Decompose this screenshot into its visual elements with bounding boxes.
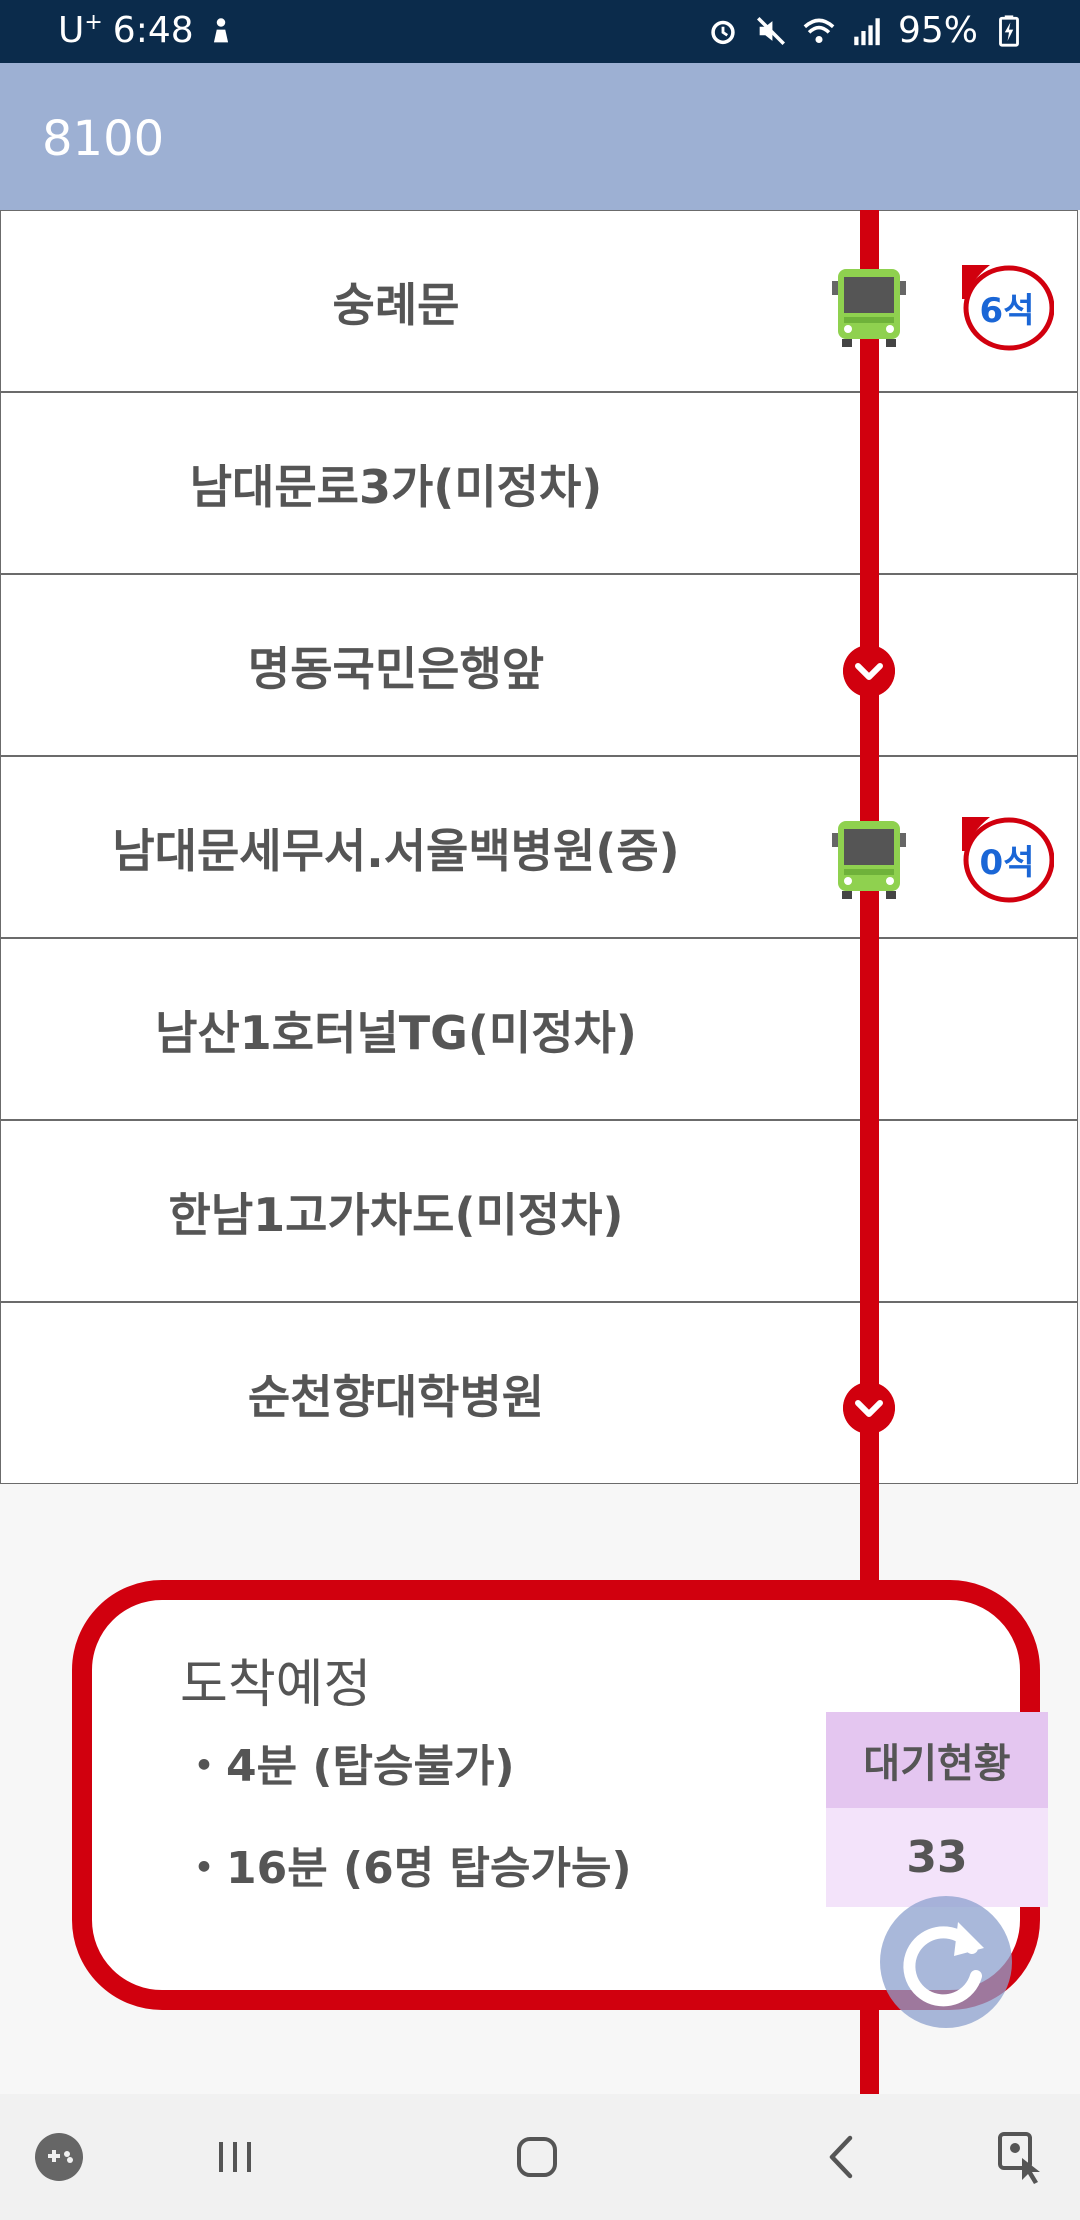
stop-name: 한남1고가차도(미정차) [168,1188,624,1242]
stop-row[interactable]: 한남1고가차도(미정차) [0,1120,1078,1302]
seat-count-badge: 0석 [960,815,1055,903]
stop-row[interactable]: 남산1호터널TG(미정차) [0,938,1078,1120]
stop-name: 남대문로3가(미정차) [189,460,603,514]
system-nav-bar [0,2094,1080,2220]
stop-name: 남산1호터널TG(미정차) [155,1006,637,1060]
chevron-down-icon [843,1382,895,1434]
refresh-icon [903,1922,984,2007]
home-icon[interactable] [502,2122,572,2192]
waiting-status-label: 대기현황 [826,1712,1048,1808]
waiting-status-value: 33 [826,1808,1048,1907]
back-icon[interactable] [806,2122,876,2192]
clock: 6:48 [112,10,194,51]
carrier-label: U+ [58,10,103,51]
stop-row[interactable]: 순천향대학병원 [0,1302,1078,1484]
stop-row[interactable]: 남대문로3가(미정차) [0,392,1078,574]
chevron-down-icon [843,645,895,697]
bus-icon[interactable] [828,265,910,349]
status-bar: U+ 6:48 95% [0,0,1080,63]
person-icon [213,17,228,42]
bus-icon[interactable] [828,817,910,901]
stop-name: 순천향대학병원 [247,1370,545,1424]
route-number-title: 8100 [42,111,165,167]
stop-row[interactable]: 명동국민은행앞 [0,574,1078,756]
seat-count: 6석 [979,290,1035,331]
recent-apps-icon[interactable] [200,2122,270,2192]
status-left: U+ 6:48 [58,10,238,51]
signal-icon [854,17,880,45]
wifi-icon [803,18,835,43]
game-launcher-icon[interactable] [24,2122,94,2192]
battery-percent: 95% [897,10,978,51]
app-bar: 8100 [0,63,1080,210]
touch-assist-icon[interactable] [986,2122,1056,2192]
stop-name: 남대문세무서.서울백병원(중) [112,824,680,878]
stop-name: 명동국민은행앞 [247,642,545,696]
status-right: 95% [706,10,1026,51]
mute-icon [756,16,785,45]
seat-count: 0석 [979,842,1035,883]
stop-row[interactable]: 숭례문 [0,210,1078,392]
refresh-button[interactable] [880,1896,1012,2028]
arrival-heading: 도착예정 [180,1655,372,1715]
arrival-line: ・4분 (탑승불가) [182,1741,515,1792]
seat-count-badge: 6석 [960,263,1055,351]
battery-icon [999,14,1019,47]
stop-name: 숭례문 [332,278,460,332]
arrival-line: ・16분 (6명 탑승가능) [182,1843,632,1894]
route-line-continuation [860,2010,879,2094]
stop-row[interactable]: 남대문세무서.서울백병원(중) [0,756,1078,938]
alarm-icon [711,20,735,44]
waiting-status-box: 대기현황 33 [826,1712,1048,1907]
